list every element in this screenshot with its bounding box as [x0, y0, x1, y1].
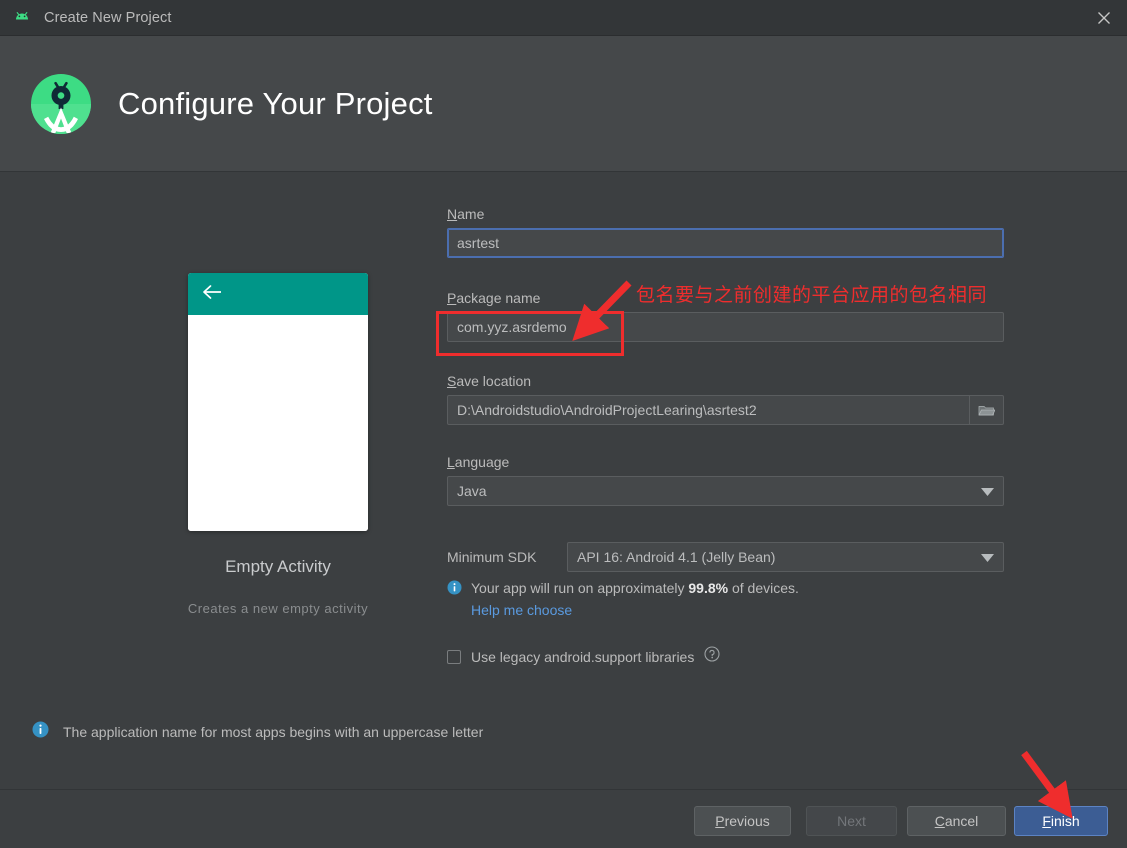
- name-label-rest: ame: [457, 206, 485, 222]
- previous-button-mnemonic: P: [715, 813, 725, 829]
- question-circle-icon[interactable]: [704, 646, 720, 667]
- page-title: Configure Your Project: [118, 85, 433, 121]
- name-input-value: asrtest: [457, 235, 500, 251]
- sdk-note-prefix: Your app will run on approximately: [471, 580, 689, 596]
- use-legacy-libraries-label: Use legacy android.support libraries: [471, 648, 695, 665]
- folder-icon[interactable]: [969, 395, 1003, 425]
- finish-button-rest: inish: [1050, 813, 1080, 829]
- android-head-icon: [12, 8, 32, 28]
- language-label-rest: anguage: [454, 454, 510, 470]
- preview-appbar: [188, 273, 368, 315]
- sdk-coverage-text: Your app will run on approximately 99.8%…: [471, 578, 799, 620]
- chevron-down-icon: [981, 483, 994, 499]
- name-input[interactable]: asrtest: [447, 228, 1004, 258]
- use-legacy-libraries-checkbox[interactable]: [447, 649, 461, 664]
- name-label-mnemonic: N: [447, 206, 458, 222]
- minimum-sdk-select[interactable]: API 16: Android 4.1 (Jelly Bean): [567, 542, 1004, 572]
- sdk-note-percent: 99.8%: [688, 580, 729, 596]
- package-name-label-mnemonic: P: [447, 290, 457, 306]
- save-location-label: Save location: [447, 373, 1004, 389]
- info-icon: [32, 721, 49, 743]
- minimum-sdk-row: Minimum SDK API 16: Android 4.1 (Jelly B…: [447, 542, 1004, 572]
- cancel-button-mnemonic: C: [934, 813, 945, 829]
- package-name-input-value: com.yyz.asrdemo: [457, 319, 567, 335]
- previous-button[interactable]: Previous: [694, 806, 791, 836]
- language-select[interactable]: Java: [447, 476, 1004, 506]
- package-name-label-rest: ackage name: [456, 290, 541, 306]
- name-label: Name: [447, 206, 1004, 222]
- dialog-header: Configure Your Project: [0, 36, 1127, 172]
- help-me-choose-link[interactable]: Help me choose: [471, 600, 799, 620]
- next-button-label: Next: [837, 813, 866, 829]
- package-name-input[interactable]: com.yyz.asrdemo: [447, 312, 1004, 342]
- create-new-project-dialog: Create New Project Configure Your Projec…: [0, 0, 1127, 848]
- window-titlebar: Create New Project: [0, 0, 1127, 36]
- language-select-value: Java: [457, 483, 487, 499]
- name-field-row: Name asrtest: [447, 206, 1004, 258]
- cancel-button-rest: ancel: [944, 813, 979, 829]
- package-name-label: Package name: [447, 290, 1004, 306]
- template-description: Creates a new empty activity: [187, 601, 369, 616]
- template-name: Empty Activity: [225, 557, 331, 576]
- chevron-down-icon: [981, 549, 994, 565]
- finish-button-mnemonic: F: [1042, 813, 1051, 829]
- info-icon: [447, 580, 462, 600]
- activity-template-preview: Empty Activity Creates a new empty activ…: [150, 273, 406, 616]
- dialog-button-bar: Previous Next Cancel Finish: [0, 789, 1127, 848]
- language-label-mnemonic: L: [447, 454, 455, 470]
- save-location-field-row: Save location D:\Androidstudio\AndroidPr…: [447, 373, 1004, 425]
- minimum-sdk-select-value: API 16: Android 4.1 (Jelly Bean): [577, 549, 776, 565]
- save-location-input-value: D:\Androidstudio\AndroidProjectLearing\a…: [457, 402, 757, 418]
- window-title: Create New Project: [44, 9, 172, 26]
- minimum-sdk-label: Minimum SDK: [447, 549, 537, 565]
- dialog-validation-text: The application name for most apps begin…: [63, 724, 484, 740]
- template-thumbnail: [188, 273, 368, 531]
- dialog-body: Empty Activity Creates a new empty activ…: [0, 173, 1127, 788]
- android-studio-logo-icon: [28, 71, 94, 137]
- package-name-field-row: Package name com.yyz.asrdemo: [447, 290, 1004, 342]
- save-location-label-mnemonic: S: [447, 373, 457, 389]
- close-icon[interactable]: [1081, 0, 1127, 36]
- finish-button[interactable]: Finish: [1014, 806, 1108, 836]
- dialog-validation-info: The application name for most apps begin…: [32, 721, 483, 743]
- cancel-button[interactable]: Cancel: [907, 806, 1006, 836]
- sdk-note-suffix: of devices.: [728, 580, 799, 596]
- back-arrow-icon: [202, 284, 224, 305]
- sdk-coverage-note: Your app will run on approximately 99.8%…: [447, 578, 799, 620]
- language-label: Language: [447, 454, 1004, 470]
- save-location-label-rest: ave location: [456, 373, 532, 389]
- language-field-row: Language Java: [447, 454, 1004, 506]
- previous-button-rest: revious: [724, 813, 770, 829]
- preview-content-area: [188, 315, 368, 531]
- save-location-input[interactable]: D:\Androidstudio\AndroidProjectLearing\a…: [447, 395, 1004, 425]
- use-legacy-libraries-row[interactable]: Use legacy android.support libraries: [447, 646, 720, 667]
- next-button: Next: [806, 806, 897, 836]
